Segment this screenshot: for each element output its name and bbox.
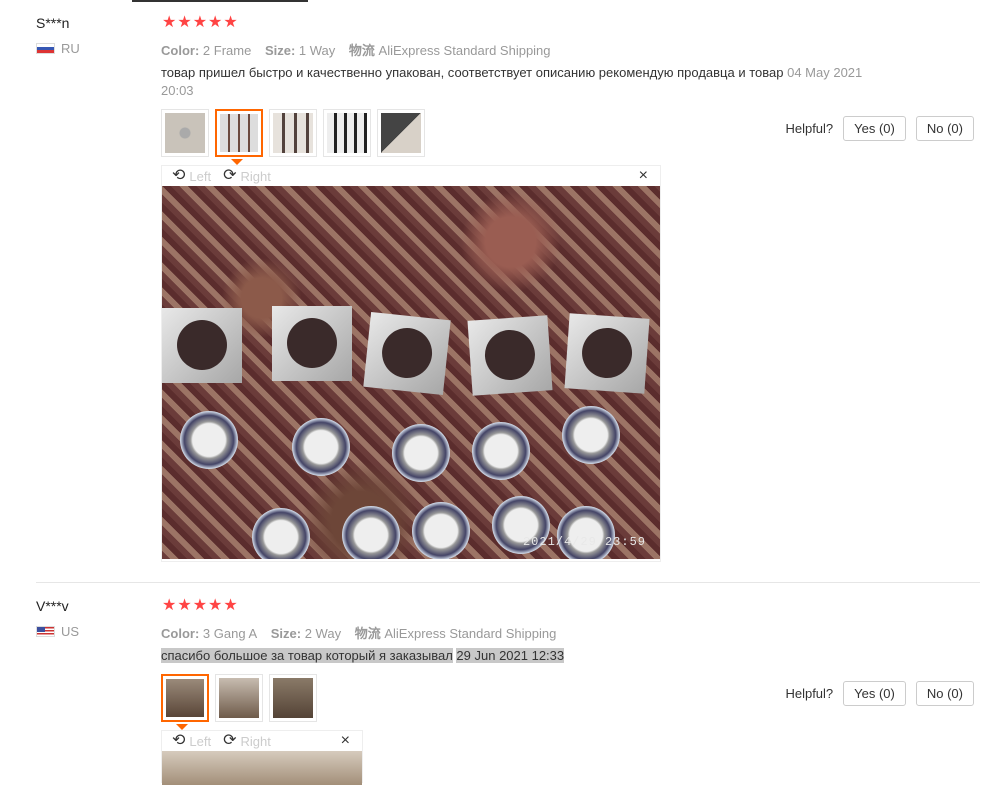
review-text: товар пришел быстро и качественно упаков… xyxy=(161,64,881,100)
review-thumbnail[interactable] xyxy=(161,109,209,157)
star-icon: ★ xyxy=(162,597,177,614)
review-thumbnail[interactable] xyxy=(377,109,425,157)
flag-icon xyxy=(36,43,55,54)
country-code: US xyxy=(61,624,80,639)
review-body: товар пришел быстро и качественно упаков… xyxy=(161,65,784,80)
review-thumbnails xyxy=(161,109,425,157)
star-icon: ★ xyxy=(162,14,177,31)
helpful-yes-button[interactable]: Yes (0) xyxy=(843,681,906,706)
rotate-right-label: Right xyxy=(240,733,271,749)
star-icon: ★ xyxy=(208,14,223,31)
rotate-left-button[interactable]: ⟲ Left xyxy=(172,168,211,184)
review-body: спасибо большое за товар который я заказ… xyxy=(161,648,453,663)
star-rating: ★ ★ ★ ★ ★ xyxy=(162,598,238,614)
close-icon[interactable]: × xyxy=(639,167,648,185)
photo-timestamp: 2021/4/29 23:59 xyxy=(522,535,646,549)
color-label: Color: xyxy=(161,43,200,58)
star-icon: ★ xyxy=(223,597,238,614)
order-attributes: Color: 3 Gang A Size: 2 Way 物流 AliExpres… xyxy=(161,623,566,642)
helpful-label: Helpful? xyxy=(785,121,834,136)
tab-indicator xyxy=(132,0,308,2)
helpful-vote: Helpful? Yes (0) No (0) xyxy=(785,116,974,141)
image-viewer: ⟲ Left ⟳ Right × 2021/4/29 23:59 xyxy=(161,165,661,562)
helpful-vote: Helpful? Yes (0) No (0) xyxy=(785,681,974,706)
country-code: RU xyxy=(61,41,80,56)
reviewer-name: S***n xyxy=(36,15,70,31)
review-thumbnails xyxy=(161,674,317,722)
order-attributes: Color: 2 Frame Size: 1 Way 物流 AliExpress… xyxy=(161,40,561,59)
rotate-right-label: Right xyxy=(240,168,271,184)
review-text: спасибо большое за товар который я заказ… xyxy=(161,647,881,665)
review-photo xyxy=(162,751,362,785)
review-thumbnail[interactable] xyxy=(323,109,371,157)
shipping-label: 物流 xyxy=(348,43,375,58)
star-icon: ★ xyxy=(177,14,192,31)
star-icon: ★ xyxy=(223,14,238,31)
size-label: Size: xyxy=(270,626,302,641)
rotate-right-button[interactable]: ⟳ Right xyxy=(223,168,271,184)
shipping-label: 物流 xyxy=(354,626,381,641)
review-photo: 2021/4/29 23:59 xyxy=(162,186,660,559)
review-thumbnail[interactable] xyxy=(215,674,263,722)
review-thumbnail-active[interactable] xyxy=(215,109,263,157)
size-label: Size: xyxy=(264,43,296,58)
rotate-left-button[interactable]: ⟲ Left xyxy=(172,733,211,749)
color-label: Color: xyxy=(161,626,200,641)
close-icon[interactable]: × xyxy=(341,732,350,750)
review-thumbnail[interactable] xyxy=(269,674,317,722)
rotate-right-button[interactable]: ⟳ Right xyxy=(223,733,271,749)
reviewer-country: US xyxy=(36,624,79,639)
shipping-value: AliExpress Standard Shipping xyxy=(384,626,557,641)
color-value: 3 Gang A xyxy=(202,626,258,641)
star-icon: ★ xyxy=(192,14,208,31)
helpful-label: Helpful? xyxy=(785,686,834,701)
review-date: 29 Jun 2021 12:33 xyxy=(456,648,565,663)
star-icon: ★ xyxy=(208,597,223,614)
helpful-yes-button[interactable]: Yes (0) xyxy=(843,116,906,141)
helpful-no-button[interactable]: No (0) xyxy=(915,116,974,141)
star-rating: ★ ★ ★ ★ ★ xyxy=(162,15,238,31)
size-value: 2 Way xyxy=(304,626,342,641)
rotate-right-icon: ⟳ xyxy=(223,167,237,184)
rotate-left-label: Left xyxy=(189,733,212,749)
viewer-toolbar: ⟲ Left ⟳ Right × xyxy=(162,166,660,186)
color-value: 2 Frame xyxy=(202,43,252,58)
helpful-no-button[interactable]: No (0) xyxy=(915,681,974,706)
star-icon: ★ xyxy=(177,597,192,614)
shipping-value: AliExpress Standard Shipping xyxy=(378,43,551,58)
review-thumbnail[interactable] xyxy=(269,109,317,157)
rotate-left-icon: ⟲ xyxy=(172,167,186,184)
reviewer-country: RU xyxy=(36,41,80,56)
rotate-right-icon: ⟳ xyxy=(223,732,237,749)
rotate-left-icon: ⟲ xyxy=(172,732,186,749)
star-icon: ★ xyxy=(192,597,208,614)
review-thumbnail-active[interactable] xyxy=(161,674,209,722)
viewer-toolbar: ⟲ Left ⟳ Right × xyxy=(162,731,362,751)
flag-icon xyxy=(36,626,55,637)
rotate-left-label: Left xyxy=(189,168,212,184)
image-viewer: ⟲ Left ⟳ Right × xyxy=(161,730,363,785)
size-value: 1 Way xyxy=(298,43,336,58)
reviewer-name: V***v xyxy=(36,598,69,614)
review-divider xyxy=(36,582,980,583)
